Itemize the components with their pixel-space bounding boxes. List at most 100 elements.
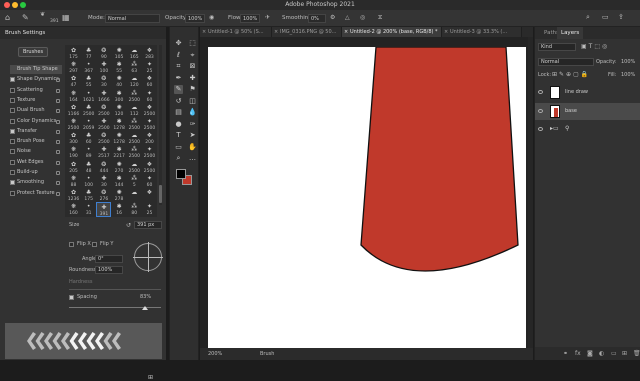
brush-tip[interactable]: ✚ 100 bbox=[96, 60, 111, 75]
lock-icon[interactable] bbox=[56, 109, 60, 114]
lock-icon[interactable] bbox=[56, 129, 60, 134]
home-icon[interactable]: ⌂ bbox=[5, 13, 10, 22]
tab-layers[interactable]: Layers bbox=[557, 27, 584, 39]
brush-tip[interactable]: ❋ 190 bbox=[66, 145, 81, 160]
brush-tip[interactable]: ✦ 60 bbox=[142, 89, 157, 104]
brush-tip[interactable]: ✦ 2500 bbox=[142, 145, 157, 160]
brush-tip[interactable]: ✚ 2517 bbox=[96, 145, 111, 160]
symmetry-icon[interactable]: ⧖ bbox=[378, 14, 382, 22]
opacity-field[interactable]: 100% bbox=[185, 14, 205, 23]
brush-tip[interactable]: • 89 bbox=[81, 145, 96, 160]
brushes-button[interactable]: Brushes bbox=[18, 47, 48, 57]
trash-icon[interactable]: 🗑 bbox=[633, 350, 640, 357]
pen-tool-icon[interactable]: ✑ bbox=[188, 120, 197, 129]
brush-option-checkbox[interactable] bbox=[10, 139, 15, 145]
lock-icon[interactable] bbox=[56, 140, 60, 145]
brush-tip[interactable]: ❖ 60 bbox=[142, 74, 157, 89]
brush-tip[interactable]: ♣ 60 bbox=[81, 131, 96, 146]
vertical-scrollbar[interactable] bbox=[528, 37, 533, 348]
fill-value[interactable]: 100% bbox=[621, 72, 635, 78]
brush-tip[interactable]: ⁂ 2500 bbox=[127, 89, 142, 104]
brush-tip[interactable]: ✱ 144 bbox=[112, 174, 127, 189]
lock-icon[interactable] bbox=[56, 88, 60, 93]
angle-icon[interactable]: △ bbox=[345, 14, 350, 21]
brush-tip[interactable]: • 1621 bbox=[81, 89, 96, 104]
gradient-icon[interactable]: ▤ bbox=[174, 108, 183, 117]
brush-tip[interactable]: ♣ 2500 bbox=[81, 103, 96, 118]
close-window-button[interactable] bbox=[4, 2, 10, 8]
move-tool-icon[interactable]: ✥ bbox=[174, 39, 183, 48]
brush-tip[interactable]: ⁂ 2500 bbox=[127, 117, 142, 132]
size-field[interactable]: 391 px bbox=[134, 221, 162, 229]
healing-brush-icon[interactable]: ✚ bbox=[188, 74, 197, 83]
brush-option-10[interactable]: Build-up bbox=[10, 168, 62, 177]
brush-tip[interactable]: ✿ 205 bbox=[66, 160, 81, 175]
quick-select-icon[interactable]: ⌖ bbox=[188, 51, 197, 60]
rectangle-tool-icon[interactable]: ▭ bbox=[174, 143, 183, 152]
brush-tip[interactable]: ✱ 2217 bbox=[112, 145, 127, 160]
brush-tip[interactable]: ✺ 278 bbox=[112, 188, 127, 203]
lock-icon[interactable] bbox=[56, 191, 60, 196]
brush-tip[interactable]: ✚ 30 bbox=[96, 174, 111, 189]
brush-option-8[interactable]: Noise bbox=[10, 147, 62, 156]
zoom-window-button[interactable] bbox=[20, 2, 26, 8]
search-icon[interactable]: ⌕ bbox=[586, 13, 590, 22]
brush-tip-preview-icon[interactable]: ❦ bbox=[40, 11, 45, 18]
more-tools-icon[interactable]: … bbox=[188, 154, 197, 163]
brush-tip[interactable]: ⁂ 63 bbox=[127, 60, 142, 75]
mask-icon[interactable]: ◙ bbox=[587, 350, 593, 357]
brush-option-4[interactable]: Dual Brush bbox=[10, 106, 62, 115]
brush-tool-icon[interactable]: ✎ bbox=[174, 85, 183, 94]
close-tab-icon[interactable]: × bbox=[202, 27, 206, 37]
layer-opacity-value[interactable]: 100% bbox=[621, 59, 635, 65]
layer-row-base[interactable]: base bbox=[535, 103, 640, 120]
layer-filter-dropdown[interactable]: Kind bbox=[538, 43, 576, 51]
workspace-icon[interactable]: ▭ bbox=[602, 13, 609, 21]
brush-tip[interactable]: ❖ bbox=[142, 188, 157, 203]
brush-option-checkbox[interactable] bbox=[10, 128, 15, 134]
smoothing-field[interactable]: 0% bbox=[308, 14, 326, 23]
brush-tip[interactable]: ✦ 2500 bbox=[142, 117, 157, 132]
path-select-icon[interactable]: ➤ bbox=[188, 131, 197, 140]
brush-tip[interactable]: ☁ 112 bbox=[127, 103, 142, 118]
lock-icon[interactable] bbox=[56, 78, 60, 83]
brush-tip[interactable]: ♣ 48 bbox=[81, 160, 96, 175]
foreground-color-swatch[interactable] bbox=[176, 169, 186, 179]
brush-tip[interactable]: ✦ 25 bbox=[142, 60, 157, 75]
flip-y-checkbox[interactable] bbox=[92, 242, 97, 247]
brush-tip[interactable]: ☁ bbox=[127, 188, 142, 203]
lock-icons[interactable]: ⊞✎⊕▢🔒 bbox=[552, 71, 590, 78]
brush-option-2[interactable]: Scattering bbox=[10, 86, 62, 95]
layer-row-group[interactable]: ▸▭ ⚲ bbox=[535, 121, 640, 138]
layer-row-line-draw[interactable]: line draw bbox=[535, 84, 640, 101]
brush-option-7[interactable]: Brush Pose bbox=[10, 137, 62, 146]
brush-tip[interactable]: ✺ 105 bbox=[112, 46, 127, 61]
brush-tip[interactable]: ❖ 2500 bbox=[142, 160, 157, 175]
brush-tip[interactable]: • 367 bbox=[81, 60, 96, 75]
spacing-checkbox[interactable] bbox=[69, 295, 74, 300]
document-tab[interactable]: × Untitled-2 @ 200% (base, RGB/8) * bbox=[342, 27, 442, 37]
frame-tool-icon[interactable]: ⊠ bbox=[188, 62, 197, 71]
brush-tip[interactable]: ✚ 391 bbox=[96, 202, 112, 218]
brush-tip[interactable]: ☁ 120 bbox=[127, 74, 142, 89]
close-tab-icon[interactable]: × bbox=[444, 27, 448, 37]
brush-tip[interactable]: ✺ 120 bbox=[112, 103, 127, 118]
brush-tip[interactable]: ☁ 2500 bbox=[127, 160, 142, 175]
smoothing-options-icon[interactable]: ⚙ bbox=[330, 14, 335, 21]
brush-tip[interactable]: • 100 bbox=[81, 174, 96, 189]
brush-tip[interactable]: ❋ 88 bbox=[66, 174, 81, 189]
close-tab-icon[interactable]: × bbox=[344, 27, 348, 37]
brush-tip[interactable]: ✱ 55 bbox=[112, 60, 127, 75]
brush-option-checkbox[interactable] bbox=[10, 77, 15, 83]
close-tab-icon[interactable]: × bbox=[274, 27, 278, 37]
fx-icon[interactable]: fx bbox=[575, 350, 581, 357]
brush-tip[interactable]: ❂ 2500 bbox=[96, 103, 111, 118]
canvas[interactable] bbox=[208, 46, 526, 348]
marquee-tool-icon[interactable]: ⬚ bbox=[188, 39, 197, 48]
new-brush-icon[interactable]: ⊞ bbox=[148, 374, 153, 381]
type-tool-icon[interactable]: T bbox=[174, 131, 183, 140]
brush-size-readout[interactable]: 391 bbox=[50, 19, 59, 24]
link-layers-icon[interactable]: ⚭ bbox=[563, 350, 568, 357]
zoom-tool-icon[interactable]: ⌕ bbox=[174, 154, 183, 163]
brush-option-12[interactable]: Protect Texture bbox=[10, 189, 62, 198]
